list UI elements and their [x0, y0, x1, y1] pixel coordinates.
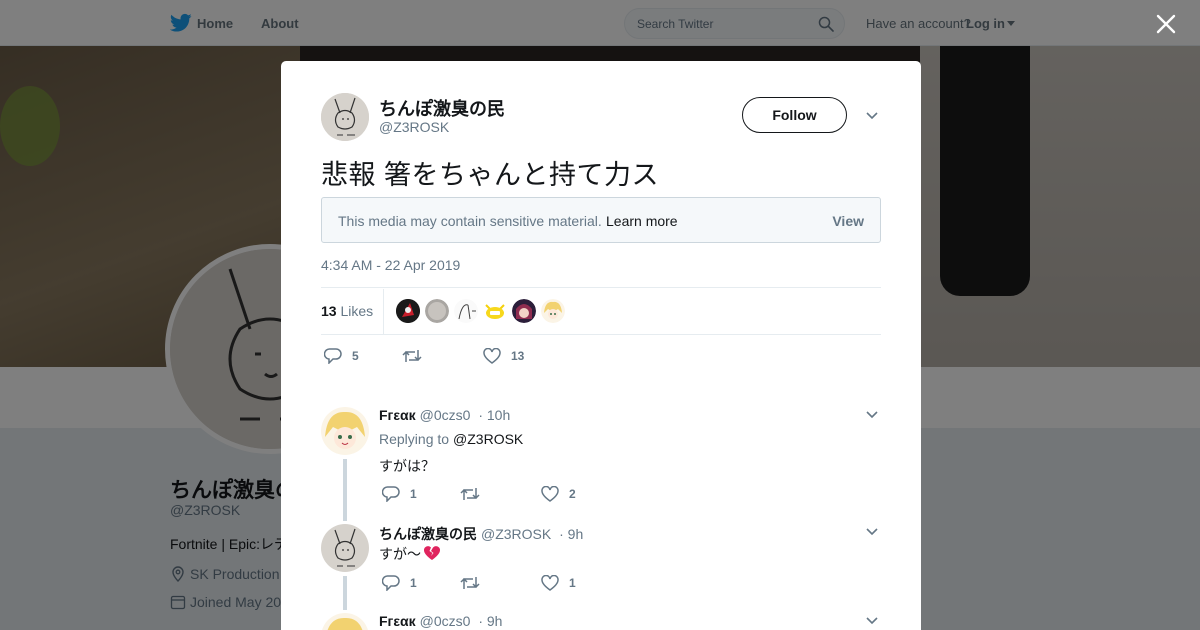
tweet-timestamp[interactable]: 4:34 AM - 22 Apr 2019 [321, 257, 460, 273]
reply-time[interactable]: · 9h [559, 526, 583, 542]
reply-author-handle: @Z3ROSK [481, 526, 552, 542]
reply-author-name[interactable]: Fгεαк @0czs0 · 10h [379, 407, 510, 423]
reply-author-avatar[interactable] [321, 524, 369, 572]
reply-time[interactable]: · 9h [478, 613, 502, 629]
reply-time[interactable]: · 10h [478, 407, 510, 423]
tweet-text: 悲報 箸をちゃんと持て力ス [321, 160, 660, 190]
broken-heart-icon [424, 546, 440, 560]
liker-avatar[interactable] [454, 299, 478, 323]
like-count: 2 [569, 487, 576, 501]
divider [321, 334, 881, 335]
tweet-modal: ちんぽ激臭の民 @Z3ROSK Follow 悲報 箸をちゃんと持て力ス Thi… [281, 61, 921, 630]
reply-icon [381, 575, 400, 592]
author-avatar[interactable] [321, 93, 369, 141]
reply-author-name[interactable]: Fгεαк @0czs0 · 9h [379, 613, 502, 629]
thread-line [343, 576, 347, 610]
follow-button[interactable]: Follow [742, 97, 847, 133]
liker-avatar[interactable] [396, 299, 420, 323]
liker-avatar[interactable] [483, 299, 507, 323]
reply-author-avatar[interactable] [321, 407, 369, 455]
replying-to-link[interactable]: @Z3ROSK [453, 431, 523, 447]
divider [321, 287, 881, 288]
reply-author-avatar[interactable] [321, 613, 369, 630]
thread-line [343, 459, 347, 521]
retweet-icon [460, 488, 480, 500]
reply-icon [323, 348, 342, 365]
reply-button[interactable]: 5 [323, 348, 359, 365]
chevron-down-icon[interactable] [866, 528, 878, 536]
author-name[interactable]: ちんぽ激臭の民 [379, 95, 505, 121]
likes-stat-count: 13 [321, 303, 337, 319]
chevron-down-icon[interactable] [866, 411, 878, 419]
likes-stat-label: Likes [340, 303, 374, 319]
reply-author-name[interactable]: ちんぽ激臭の民 @Z3ROSK · 9h [379, 524, 583, 544]
close-icon[interactable] [1155, 13, 1177, 35]
sensitive-media-text: This media may contain sensitive materia… [338, 213, 602, 229]
chevron-down-icon[interactable] [866, 617, 878, 625]
retweet-icon [460, 577, 480, 589]
like-button[interactable]: 1 [541, 574, 576, 591]
replying-to: Replying to @Z3ROSK [379, 431, 524, 447]
like-count: 1 [569, 576, 576, 590]
reply-author-handle: @0czs0 [419, 613, 471, 629]
author-handle[interactable]: @Z3ROSK [379, 119, 449, 135]
reply-text: すがは？ [379, 458, 435, 474]
heart-icon [541, 485, 559, 502]
retweet-button[interactable] [460, 575, 490, 591]
reply-button[interactable]: 1 [381, 575, 417, 592]
heart-icon [541, 574, 559, 591]
reply-button[interactable]: 1 [381, 486, 417, 503]
sensitive-media-notice: This media may contain sensitive materia… [321, 197, 881, 243]
like-button[interactable]: 13 [483, 347, 525, 364]
like-count: 13 [511, 349, 525, 363]
retweet-icon [402, 350, 422, 362]
reply-count: 5 [352, 349, 359, 363]
reply-icon [381, 486, 400, 503]
eevee-sketch-icon [321, 93, 369, 141]
view-media-button[interactable]: View [832, 213, 864, 229]
likes-stat[interactable]: 13 Likes [321, 303, 373, 319]
retweet-button[interactable] [460, 486, 490, 502]
reply-text: すが〜 [379, 544, 441, 564]
chevron-down-icon[interactable] [866, 112, 878, 120]
liker-avatar[interactable] [512, 299, 536, 323]
eevee-sketch-icon [321, 524, 369, 572]
reply-author-handle: @0czs0 [419, 407, 471, 423]
liker-avatar[interactable] [541, 299, 565, 323]
like-button[interactable]: 2 [541, 485, 576, 502]
learn-more-link[interactable]: Learn more [606, 213, 678, 229]
reply-count: 1 [410, 487, 417, 501]
liker-avatar[interactable] [425, 299, 449, 323]
retweet-button[interactable] [402, 348, 432, 364]
heart-icon [483, 347, 501, 364]
reply-count: 1 [410, 576, 417, 590]
divider [383, 289, 384, 335]
